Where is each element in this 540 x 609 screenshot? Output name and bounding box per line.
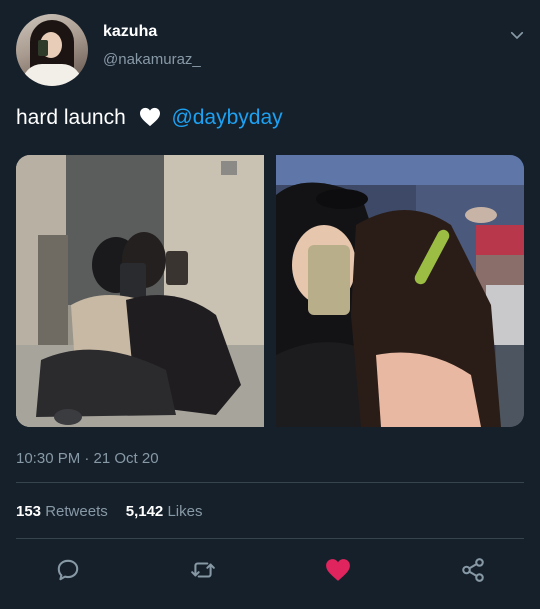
share-icon[interactable] [460, 557, 486, 583]
divider [16, 482, 524, 483]
retweet-icon[interactable] [190, 557, 216, 583]
retweets-stat[interactable]: 153 Retweets [16, 503, 108, 520]
retweets-label: Retweets [45, 503, 108, 520]
photo-mirror-selfie-right[interactable] [276, 155, 524, 427]
tweet-timestamp[interactable]: 10:30 PM · 21 Oct 20 [16, 450, 159, 467]
likes-label: Likes [167, 503, 203, 520]
reply-icon[interactable] [55, 557, 81, 583]
tweet-body: hard launch [16, 106, 126, 129]
like-heart-icon[interactable] [325, 557, 351, 583]
profile-avatar[interactable] [16, 14, 88, 86]
media-grid [16, 155, 524, 427]
photo-mirror-selfie-left[interactable] [16, 155, 264, 427]
likes-stat[interactable]: 5,142 Likes [126, 503, 203, 520]
retweets-count: 153 [16, 503, 42, 520]
mention-link[interactable]: @daybyday [171, 106, 282, 129]
likes-count: 5,142 [125, 503, 164, 520]
white-heart-icon [139, 107, 160, 127]
user-handle[interactable]: @nakamuraz_ [103, 51, 201, 68]
divider [16, 538, 524, 539]
engagement-stats: 153 Retweets 5,142 Likes [16, 503, 202, 520]
display-name[interactable]: kazuha [103, 23, 157, 41]
chevron-down-icon[interactable] [508, 26, 526, 44]
tweet-text: hard launch @daybyday [16, 106, 283, 130]
